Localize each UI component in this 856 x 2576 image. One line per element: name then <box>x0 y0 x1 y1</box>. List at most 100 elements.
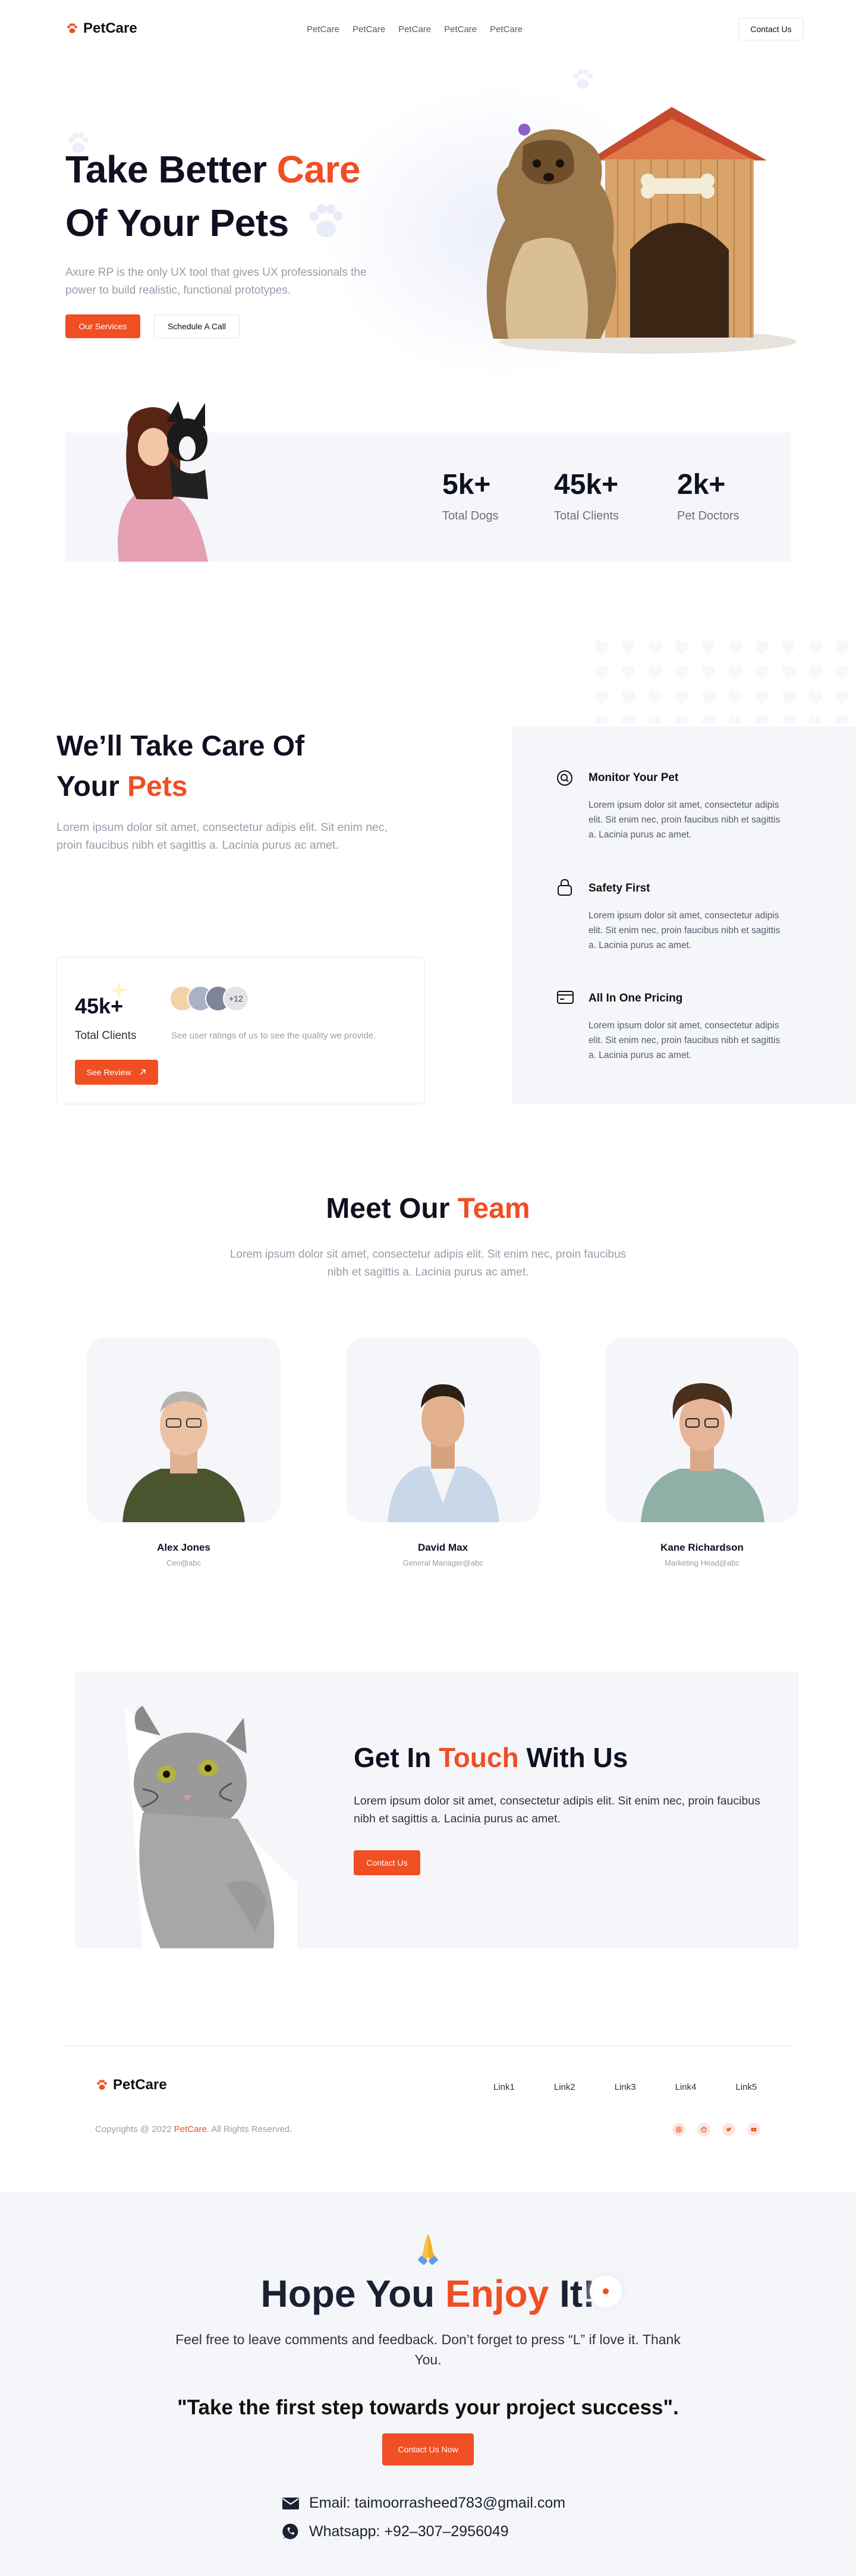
care-title-line1: We’ll Take Care Of <box>56 730 305 762</box>
care-title-text: Your <box>56 771 128 802</box>
team-title-text: Meet Our <box>326 1193 458 1224</box>
team-member-card[interactable] <box>87 1337 281 1522</box>
nav-link[interactable]: PetCare <box>353 24 385 34</box>
review-card-value: 45k+ <box>75 994 124 1018</box>
copyright-text: . All Rights Reserved. <box>206 2124 292 2134</box>
hero-subtitle: Axure RP is the only UX tool that gives … <box>65 266 367 297</box>
stat-item: 2k+ Pet Doctors <box>677 468 739 523</box>
stat-label: Total Dogs <box>442 509 499 522</box>
woman-with-dog-image <box>118 401 208 562</box>
nav-link[interactable]: PetCare <box>490 24 523 34</box>
brand-name: PetCare <box>83 20 137 36</box>
footer-brand-logo[interactable]: PetCare <box>95 2077 167 2093</box>
main-nav: PetCare PetCare PetCare PetCare PetCare <box>307 24 523 34</box>
see-review-button[interactable]: See Review <box>75 1060 158 1085</box>
arrow-up-right-icon <box>140 1069 146 1075</box>
see-review-label: See Review <box>86 1067 131 1077</box>
thanks-title-accent: Enjoy <box>445 2272 549 2315</box>
social-links <box>672 2123 760 2136</box>
nav-link[interactable]: PetCare <box>444 24 477 34</box>
thanks-title-text: Hope You <box>260 2272 446 2315</box>
feature-body: Lorem ipsum dolor sit amet, consectetur … <box>588 911 781 950</box>
team-member-card[interactable] <box>605 1337 799 1522</box>
team-member-photo <box>122 1391 245 1522</box>
whatsapp-contact: Whatsapp: +92–307–2956049 <box>282 2523 509 2540</box>
review-card-label: Total Clients <box>75 1029 137 1042</box>
footer-brand-name: PetCare <box>113 2077 167 2093</box>
our-services-button[interactable]: Our Services <box>65 314 140 338</box>
care-title-accent: Pets <box>127 771 188 802</box>
paw-icon <box>97 2080 107 2090</box>
footer-link[interactable]: Link5 <box>735 2082 757 2092</box>
contact-body: Lorem ipsum dolor sit amet, consectetur … <box>354 1794 760 1825</box>
thanks-body: Feel free to leave comments and feedback… <box>175 2332 681 2367</box>
paw-icon <box>67 23 77 33</box>
hero-title-line2: Of Your Pets <box>65 201 289 244</box>
search-icon <box>557 770 572 786</box>
feature-item <box>556 878 573 899</box>
hero-title-text: Take Better <box>65 148 277 191</box>
stat-value: 5k+ <box>442 469 491 500</box>
contact-title-text: Get In <box>354 1742 439 1773</box>
footer-links: Link1 Link2 Link3 Link4 Link5 <box>493 2082 757 2092</box>
avatar-group: +12 <box>169 985 249 1012</box>
mail-icon <box>282 2497 299 2509</box>
team-member-card[interactable] <box>346 1337 540 1522</box>
lock-icon <box>558 878 572 896</box>
whatsapp-icon <box>282 2523 298 2539</box>
dribbble-icon[interactable] <box>697 2123 710 2136</box>
copyright-text: Copyrights @ 2022 <box>95 2124 174 2134</box>
email-text[interactable]: Email: taimoorrasheed783@gmail.com <box>309 2495 565 2512</box>
praying-hands-icon <box>418 2234 438 2265</box>
stat-label: Total Clients <box>554 509 619 522</box>
feature-body: Lorem ipsum dolor sit amet, consectetur … <box>588 1021 781 1060</box>
team-member-role: General Manager@abc <box>402 1558 483 1567</box>
footer-link[interactable]: Link4 <box>675 2082 697 2092</box>
dog-with-doghouse-image <box>486 107 797 354</box>
schedule-call-button[interactable]: Schedule A Call <box>154 314 240 338</box>
stat-value: 2k+ <box>677 469 726 500</box>
hero-title-accent: Care <box>276 148 361 191</box>
review-card-caption: See user ratings of us to see the qualit… <box>171 1031 376 1041</box>
contact-title-accent: Touch <box>439 1742 519 1773</box>
nav-link[interactable]: PetCare <box>307 24 339 34</box>
card-icon <box>557 991 574 1004</box>
team-title: Meet Our Team <box>0 1192 856 1225</box>
team-member-name: Kane Richardson <box>660 1542 744 1553</box>
care-title: We’ll Take Care Of Your Pets <box>56 726 389 807</box>
brand-logo[interactable]: PetCare <box>65 20 137 37</box>
contact-us-now-button[interactable]: Contact Us Now <box>382 2433 474 2465</box>
feature-title: All In One Pricing <box>588 992 683 1004</box>
thanks-title: Hope You Enjoy It! <box>0 2272 856 2316</box>
record-dot <box>603 2288 609 2294</box>
footer-link[interactable]: Link2 <box>554 2082 575 2092</box>
email-contact: Email: taimoorrasheed783@gmail.com <box>282 2495 565 2512</box>
instagram-icon[interactable] <box>672 2123 685 2136</box>
care-body: Lorem ipsum dolor sit amet, consectetur … <box>56 821 388 852</box>
contact-button[interactable]: Contact Us <box>738 18 804 40</box>
stat-item: 45k+ Total Clients <box>554 468 619 523</box>
whatsapp-text[interactable]: Whatsapp: +92–307–2956049 <box>309 2523 509 2540</box>
stat-item: 5k+ Total Dogs <box>442 468 499 523</box>
heart-pattern-decoration <box>588 635 856 724</box>
stat-label: Pet Doctors <box>677 509 739 522</box>
twitter-icon[interactable] <box>722 2123 735 2136</box>
footer-link[interactable]: Link1 <box>493 2082 515 2092</box>
contact-us-button[interactable]: Contact Us <box>354 1850 420 1875</box>
thanks-quote: "Take the first step towards your projec… <box>177 2396 679 2419</box>
team-member-photo <box>641 1383 764 1522</box>
footer-link[interactable]: Link3 <box>615 2082 636 2092</box>
thanks-title-text: It! <box>549 2272 596 2315</box>
hero-title: Take Better Care Of Your Pets <box>65 143 434 250</box>
cat-peeking-image <box>125 1706 297 1948</box>
youtube-icon[interactable] <box>747 2123 760 2136</box>
feature-item <box>556 770 573 789</box>
team-member-name: David Max <box>417 1542 468 1553</box>
contact-title: Get In Touch With Us <box>354 1742 628 1774</box>
feature-item <box>556 990 574 1007</box>
feature-body: Lorem ipsum dolor sit amet, consectetur … <box>588 800 781 840</box>
paw-decoration-icon <box>573 69 593 89</box>
team-member-role: Ceo@abc <box>166 1558 201 1567</box>
team-member-name: Alex Jones <box>157 1542 210 1553</box>
nav-link[interactable]: PetCare <box>398 24 431 34</box>
